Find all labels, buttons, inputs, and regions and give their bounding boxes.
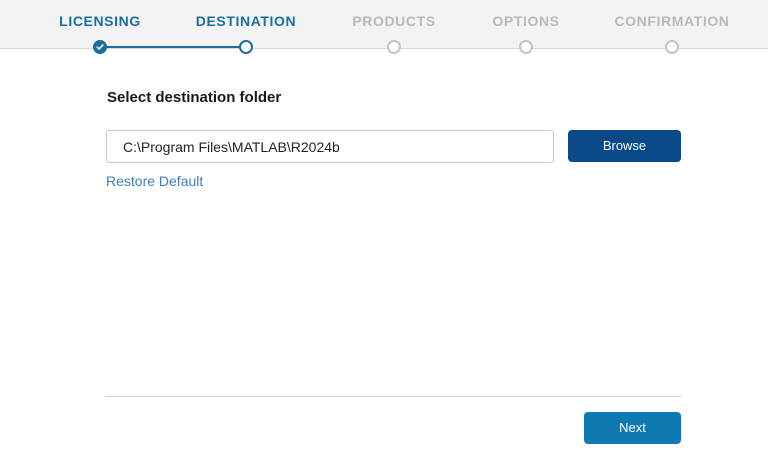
checkmark-icon <box>96 44 104 50</box>
step-label-products: PRODUCTS <box>352 13 436 29</box>
browse-button[interactable]: Browse <box>568 130 681 162</box>
page-title: Select destination folder <box>107 89 282 106</box>
footer-divider <box>106 396 681 397</box>
step-label-options: OPTIONS <box>492 13 560 29</box>
restore-default-link[interactable]: Restore Default <box>106 173 203 189</box>
progress-stepper: LICENSING DESTINATION PRODUCTS OPTIONS C… <box>0 0 768 54</box>
step-node-products <box>387 40 401 54</box>
installer-destination-page: LICENSING DESTINATION PRODUCTS OPTIONS C… <box>0 0 768 463</box>
step-label-confirmation: CONFIRMATION <box>614 13 730 29</box>
destination-folder-input[interactable] <box>106 130 554 163</box>
step-node-destination <box>239 40 253 54</box>
progress-track <box>100 46 246 48</box>
step-label-destination: DESTINATION <box>195 13 297 29</box>
step-node-options <box>519 40 533 54</box>
step-node-licensing <box>93 40 107 54</box>
step-node-confirmation <box>665 40 679 54</box>
step-label-licensing: LICENSING <box>59 13 141 29</box>
next-button[interactable]: Next <box>584 412 681 444</box>
